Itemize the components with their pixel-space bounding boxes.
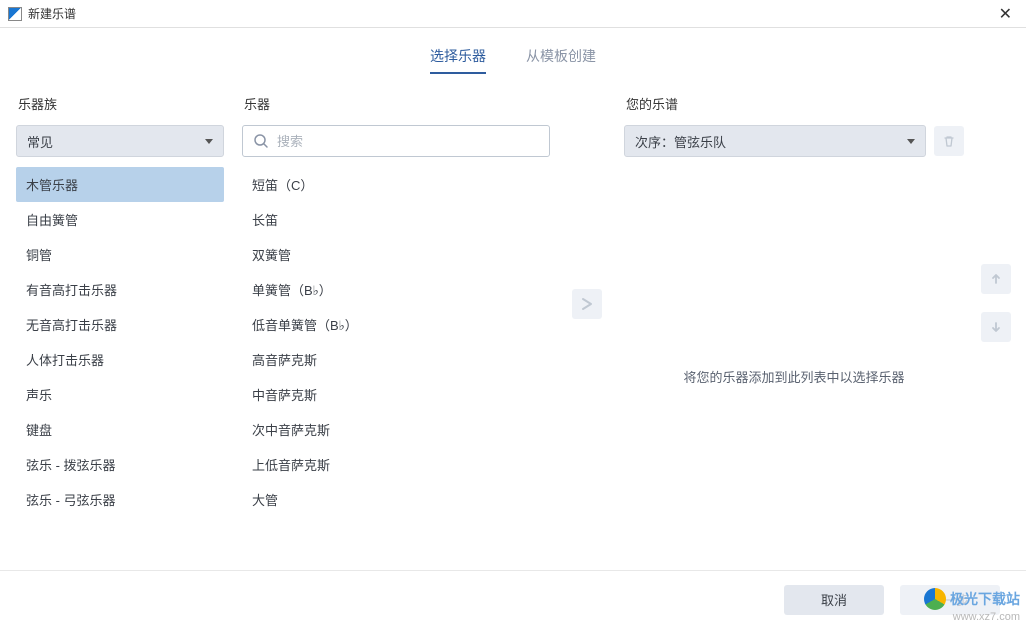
family-item-bowed-strings[interactable]: 弦乐 - 弓弦乐器 <box>16 482 224 517</box>
search-icon <box>253 133 269 149</box>
score-header: 您的乐谱 <box>624 94 964 113</box>
move-down-button[interactable] <box>981 312 1011 342</box>
instrument-item[interactable]: 长笛 <box>242 202 550 237</box>
instruments-header: 乐器 <box>242 94 550 113</box>
add-to-score-button[interactable] <box>572 289 602 319</box>
column-score: 您的乐谱 次序：管弦乐队 将您的乐器添加到此列表中以选择乐器 <box>624 94 964 574</box>
instrument-item[interactable]: 中音萨克斯 <box>242 377 550 412</box>
family-list: 木管乐器 自由簧管 铜管 有音高打击乐器 无音高打击乐器 人体打击乐器 声乐 键… <box>16 167 224 517</box>
next-button: 下一步 <box>900 585 1000 615</box>
instrument-item[interactable]: 上低音萨克斯 <box>242 447 550 482</box>
cancel-button[interactable]: 取消 <box>784 585 884 615</box>
family-header: 乐器族 <box>16 94 224 113</box>
instrument-item[interactable]: 单簧管（B♭） <box>242 272 550 307</box>
family-item-vocals[interactable]: 声乐 <box>16 377 224 412</box>
family-item-unpitched-perc[interactable]: 无音高打击乐器 <box>16 307 224 342</box>
move-up-button[interactable] <box>981 264 1011 294</box>
score-order-label: 次序：管弦乐队 <box>635 132 726 151</box>
family-item-keyboards[interactable]: 键盘 <box>16 412 224 447</box>
app-icon <box>8 7 22 21</box>
family-item-free-reed[interactable]: 自由簧管 <box>16 202 224 237</box>
tab-from-template[interactable]: 从模板创建 <box>526 46 596 74</box>
column-add <box>568 94 606 574</box>
close-icon[interactable]: ✕ <box>993 4 1018 24</box>
caret-down-icon <box>907 139 915 144</box>
score-empty-hint: 将您的乐器添加到此列表中以选择乐器 <box>624 367 964 386</box>
instrument-item[interactable]: 短笛（C） <box>242 167 550 202</box>
family-item-pitched-perc[interactable]: 有音高打击乐器 <box>16 272 224 307</box>
search-wrap <box>242 125 550 157</box>
column-reorder <box>982 94 1010 574</box>
titlebar-left: 新建乐谱 <box>8 5 76 22</box>
content: 乐器族 常见 木管乐器 自由簧管 铜管 有音高打击乐器 无音高打击乐器 人体打击… <box>0 84 1026 574</box>
instrument-list: 短笛（C） 长笛 双簧管 单簧管（B♭） 低音单簧管（B♭） 高音萨克斯 中音萨… <box>242 167 550 517</box>
instrument-item[interactable]: 双簧管 <box>242 237 550 272</box>
instrument-item[interactable]: 低音单簧管（B♭） <box>242 307 550 342</box>
tab-select-instruments[interactable]: 选择乐器 <box>430 46 486 74</box>
family-item-brass[interactable]: 铜管 <box>16 237 224 272</box>
column-family: 乐器族 常见 木管乐器 自由簧管 铜管 有音高打击乐器 无音高打击乐器 人体打击… <box>16 94 224 574</box>
footer: 取消 下一步 <box>0 570 1026 628</box>
window-title: 新建乐谱 <box>28 5 76 22</box>
caret-down-icon <box>205 139 213 144</box>
search-input[interactable] <box>277 134 539 149</box>
titlebar: 新建乐谱 ✕ <box>0 0 1026 28</box>
column-instruments: 乐器 短笛（C） 长笛 双簧管 单簧管（B♭） 低音单簧管（B♭） 高音萨克斯 … <box>242 94 550 574</box>
family-item-woodwinds[interactable]: 木管乐器 <box>16 167 224 202</box>
family-item-plucked-strings[interactable]: 弦乐 - 拨弦乐器 <box>16 447 224 482</box>
family-dropdown[interactable]: 常见 <box>16 125 224 157</box>
family-item-body-perc[interactable]: 人体打击乐器 <box>16 342 224 377</box>
instrument-item[interactable]: 高音萨克斯 <box>242 342 550 377</box>
score-row: 次序：管弦乐队 <box>624 125 964 157</box>
delete-button[interactable] <box>934 126 964 156</box>
tabs: 选择乐器 从模板创建 <box>0 28 1026 84</box>
instrument-item[interactable]: 次中音萨克斯 <box>242 412 550 447</box>
score-order-dropdown[interactable]: 次序：管弦乐队 <box>624 125 926 157</box>
instrument-item[interactable]: 大管 <box>242 482 550 517</box>
family-dropdown-label: 常见 <box>27 132 53 151</box>
